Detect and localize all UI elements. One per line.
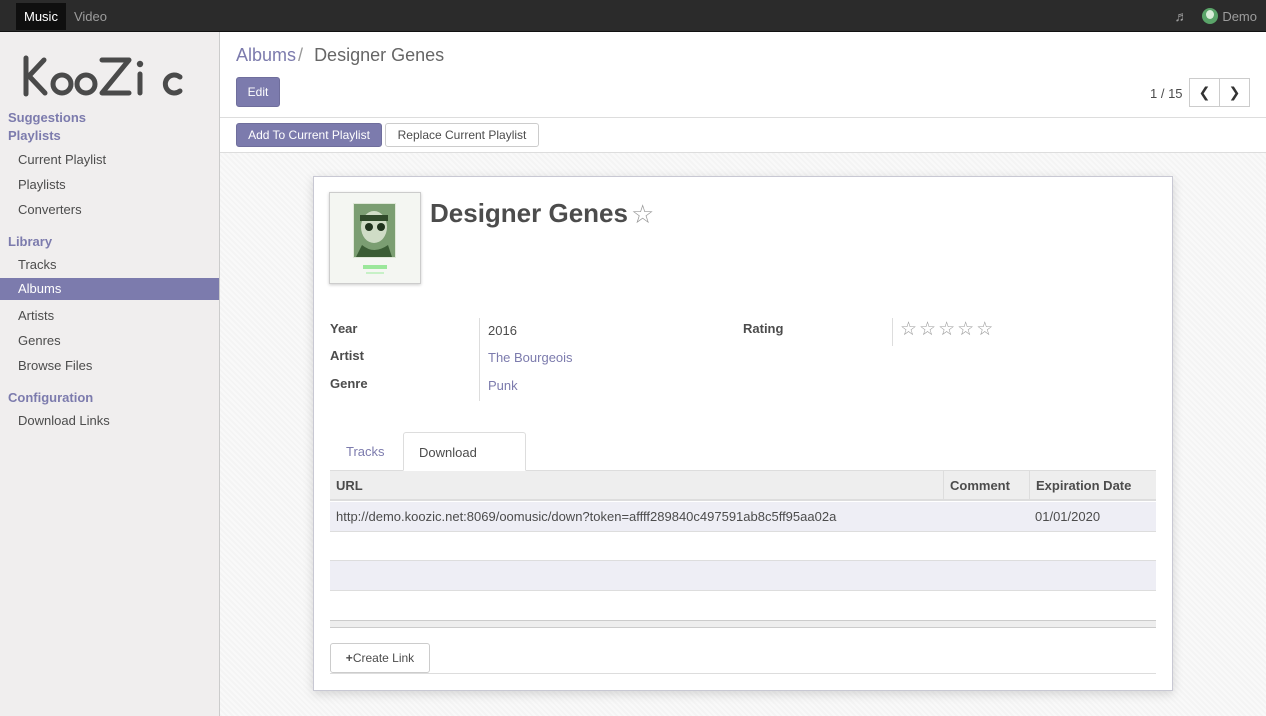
sidebar-item-playlists[interactable]: Playlists [0, 174, 219, 196]
sidebar-item-download-links[interactable]: Download Links [0, 410, 219, 432]
user-avatar-icon[interactable] [1202, 8, 1219, 24]
koozic-logo [23, 55, 183, 97]
section-library[interactable]: Library [8, 234, 52, 249]
album-cover-image [329, 192, 421, 284]
table-row-empty [330, 531, 1156, 561]
topbar-right: ♬ Demo [1174, 0, 1257, 32]
field-separator [892, 318, 893, 346]
sidebar-item-current-playlist[interactable]: Current Playlist [0, 149, 219, 171]
star-icon[interactable]: ☆ [957, 319, 976, 340]
breadcrumb-current: Designer Genes [314, 45, 445, 65]
sidebar-item-browse-files[interactable]: Browse Files [0, 355, 219, 377]
cell-url: http://demo.koozic.net:8069/oomusic/down… [336, 509, 837, 524]
user-name[interactable]: Demo [1222, 9, 1257, 24]
artist-link[interactable]: The Bourgeois [488, 350, 573, 365]
table-row-empty [330, 591, 1156, 621]
sidebar-item-albums[interactable]: Albums [0, 278, 219, 300]
artist-label: Artist [330, 348, 364, 363]
chevron-left-icon: ❮ [1198, 84, 1211, 100]
replace-current-playlist-button[interactable]: Replace Current Playlist [385, 123, 539, 147]
column-url[interactable]: URL [330, 471, 944, 501]
genre-label: Genre [330, 376, 368, 391]
star-icon[interactable]: ☆ [900, 319, 919, 340]
menu-video[interactable]: Video [66, 3, 115, 30]
favorite-star-icon[interactable]: ☆ [631, 199, 654, 230]
edit-button[interactable]: Edit [236, 77, 280, 107]
field-separator [479, 318, 480, 401]
chevron-right-icon: ❯ [1228, 84, 1241, 100]
year-value: 2016 [488, 323, 517, 338]
divider [330, 673, 1156, 674]
table-footer [330, 620, 1156, 628]
table-row-empty [330, 561, 1156, 591]
rating-label: Rating [743, 321, 784, 336]
pager-previous-button[interactable]: ❮ [1189, 78, 1220, 107]
section-suggestions[interactable]: Suggestions [8, 110, 86, 125]
pager-next-button[interactable]: ❯ [1219, 78, 1250, 107]
table-row[interactable]: http://demo.koozic.net:8069/oomusic/down… [330, 502, 1156, 532]
menu-music[interactable]: Music [16, 3, 66, 30]
tab-tracks[interactable]: Tracks [331, 432, 400, 471]
album-art-icon [330, 193, 420, 283]
breadcrumb: Albums / Designer Genes [236, 45, 445, 65]
sidebar-item-genres[interactable]: Genres [0, 330, 219, 352]
divider [220, 117, 1266, 118]
create-link-label: Create Link [352, 651, 415, 665]
star-icon[interactable]: ☆ [938, 319, 957, 340]
column-comment[interactable]: Comment [943, 471, 1029, 501]
create-link-button[interactable]: +Create Link [330, 643, 430, 673]
tab-download-links[interactable]: Download Links [403, 432, 526, 499]
sidebar: Suggestions Playlists Current Playlist P… [0, 32, 220, 716]
add-to-current-playlist-button[interactable]: Add To Current Playlist [236, 123, 382, 147]
sidebar-item-tracks[interactable]: Tracks [0, 254, 219, 276]
star-icon[interactable]: ☆ [919, 319, 938, 340]
breadcrumb-albums[interactable]: Albums [236, 45, 296, 65]
top-navbar: Music Video ♬ Demo [0, 0, 1266, 32]
section-playlists[interactable]: Playlists [8, 128, 61, 143]
genre-link[interactable]: Punk [488, 378, 518, 393]
record-title[interactable]: Designer Genes [430, 198, 628, 229]
star-icon[interactable]: ☆ [976, 319, 995, 340]
pager-counter[interactable]: 1 / 15 [1150, 86, 1183, 101]
year-label: Year [330, 321, 358, 336]
cell-comment [943, 502, 949, 532]
cell-expiration: 01/01/2020 [1035, 509, 1101, 524]
table-header: URL Comment Expiration Date [330, 471, 1156, 501]
sidebar-item-converters[interactable]: Converters [0, 199, 219, 221]
plus-icon: + [345, 651, 353, 665]
app-menu: Music Video [16, 3, 115, 30]
column-expiration-date[interactable]: Expiration Date [1029, 471, 1156, 501]
sidebar-item-artists[interactable]: Artists [0, 305, 219, 327]
rating-widget[interactable]: ☆☆☆☆☆ [900, 318, 995, 341]
music-note-icon[interactable]: ♬ [1174, 8, 1188, 24]
section-configuration[interactable]: Configuration [8, 390, 93, 405]
